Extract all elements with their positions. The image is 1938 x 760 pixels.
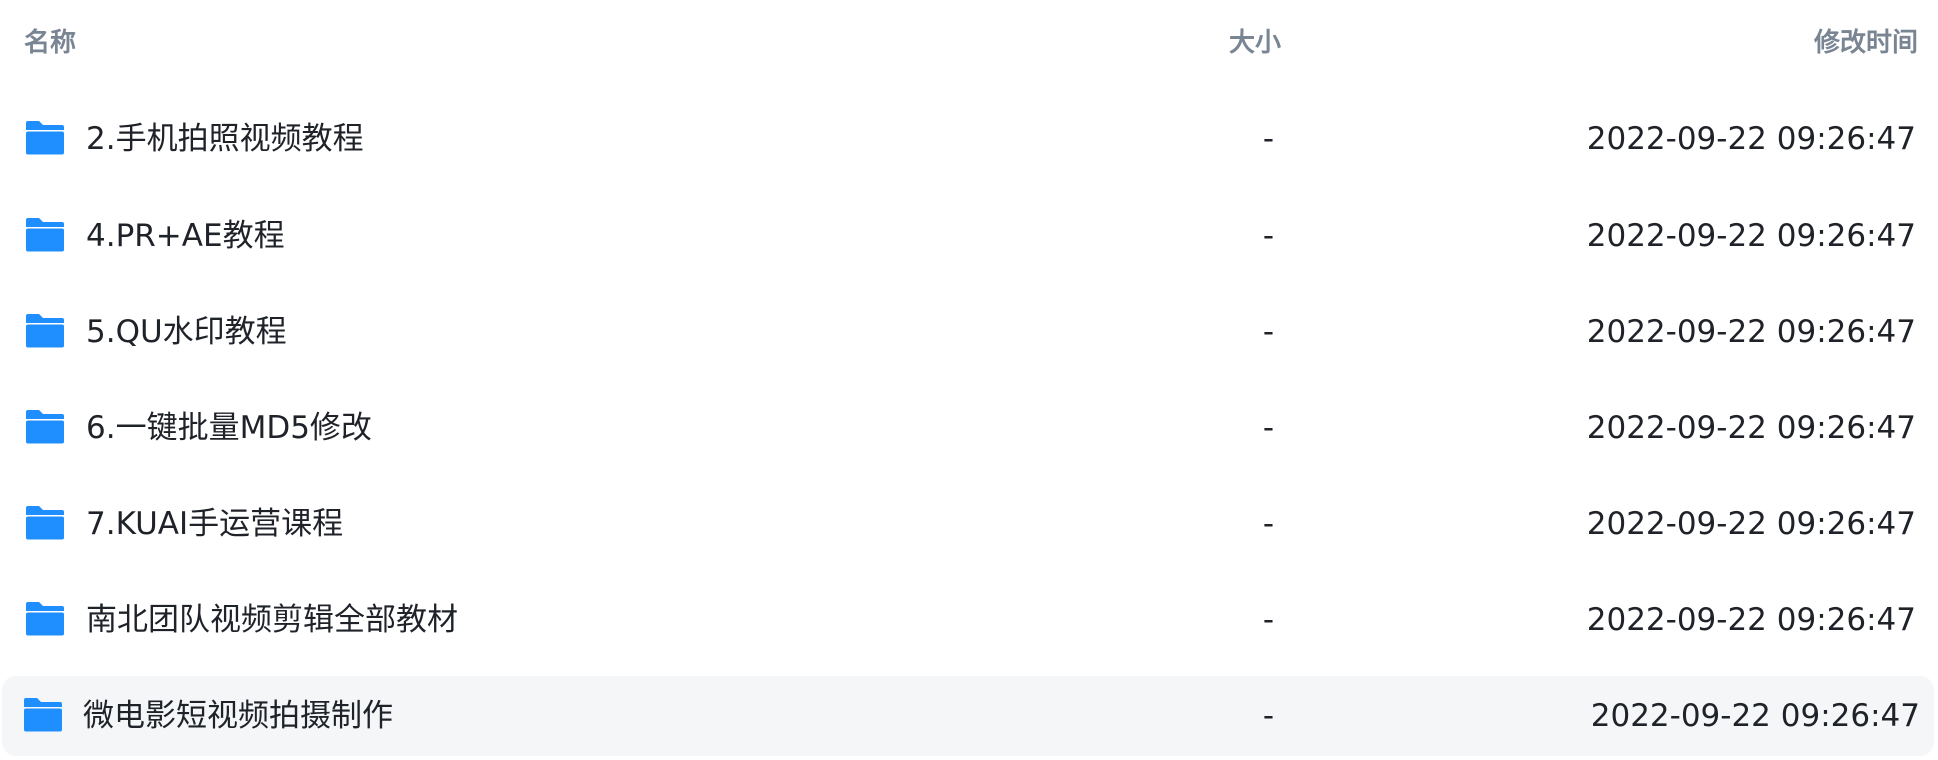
file-modified-time: 2022-09-22 09:26:47 (1590, 698, 1920, 734)
file-size: - (1262, 121, 1274, 157)
file-name[interactable]: 7.KUAI手运营课程 (86, 484, 343, 564)
folder-icon (26, 218, 64, 252)
file-size: - (1262, 314, 1274, 350)
column-header-modified[interactable]: 修改时间 (1814, 26, 1918, 60)
file-row[interactable]: 4.PR+AE教程 - 2022-09-22 09:26:47 (2, 196, 1934, 276)
file-row[interactable]: 6.一键批量MD5修改 - 2022-09-22 09:26:47 (2, 388, 1934, 468)
file-size: - (1262, 218, 1274, 254)
folder-icon (26, 602, 64, 636)
file-modified-time: 2022-09-22 09:26:47 (1586, 314, 1916, 350)
file-modified-time: 2022-09-22 09:26:47 (1586, 506, 1916, 542)
file-name[interactable]: 6.一键批量MD5修改 (86, 388, 372, 468)
folder-icon (26, 506, 64, 540)
file-row[interactable]: 7.KUAI手运营课程 - 2022-09-22 09:26:47 (2, 484, 1934, 564)
file-modified-time: 2022-09-22 09:26:47 (1586, 121, 1916, 157)
file-modified-time: 2022-09-22 09:26:47 (1586, 410, 1916, 446)
file-size: - (1262, 506, 1274, 542)
file-name[interactable]: 5.QU水印教程 (86, 292, 287, 372)
file-size: - (1262, 410, 1274, 446)
file-name[interactable]: 2.手机拍照视频教程 (86, 99, 364, 179)
column-header-name[interactable]: 名称 (24, 26, 76, 60)
file-modified-time: 2022-09-22 09:26:47 (1586, 218, 1916, 254)
file-list: 名称 大小 修改时间 2.手机拍照视频教程 - 2022-09-22 09:26… (0, 0, 1938, 760)
file-row[interactable]: 2.手机拍照视频教程 - 2022-09-22 09:26:47 (2, 99, 1934, 179)
file-name[interactable]: 微电影短视频拍摄制作 (83, 676, 393, 756)
file-name[interactable]: 南北团队视频剪辑全部教材 (86, 580, 458, 660)
file-modified-time: 2022-09-22 09:26:47 (1586, 602, 1916, 638)
file-size: - (1262, 602, 1274, 638)
list-header: 名称 大小 修改时间 (0, 0, 1938, 88)
file-row[interactable]: 5.QU水印教程 - 2022-09-22 09:26:47 (2, 292, 1934, 372)
folder-icon (24, 698, 62, 732)
file-name[interactable]: 4.PR+AE教程 (86, 196, 285, 276)
folder-icon (26, 314, 64, 348)
folder-icon (26, 410, 64, 444)
column-header-size[interactable]: 大小 (1229, 26, 1281, 60)
file-row-selected[interactable]: 微电影短视频拍摄制作 - 2022-09-22 09:26:47 (2, 676, 1934, 756)
folder-icon (26, 121, 64, 155)
file-row[interactable]: 南北团队视频剪辑全部教材 - 2022-09-22 09:26:47 (2, 580, 1934, 660)
file-size: - (1262, 698, 1274, 734)
